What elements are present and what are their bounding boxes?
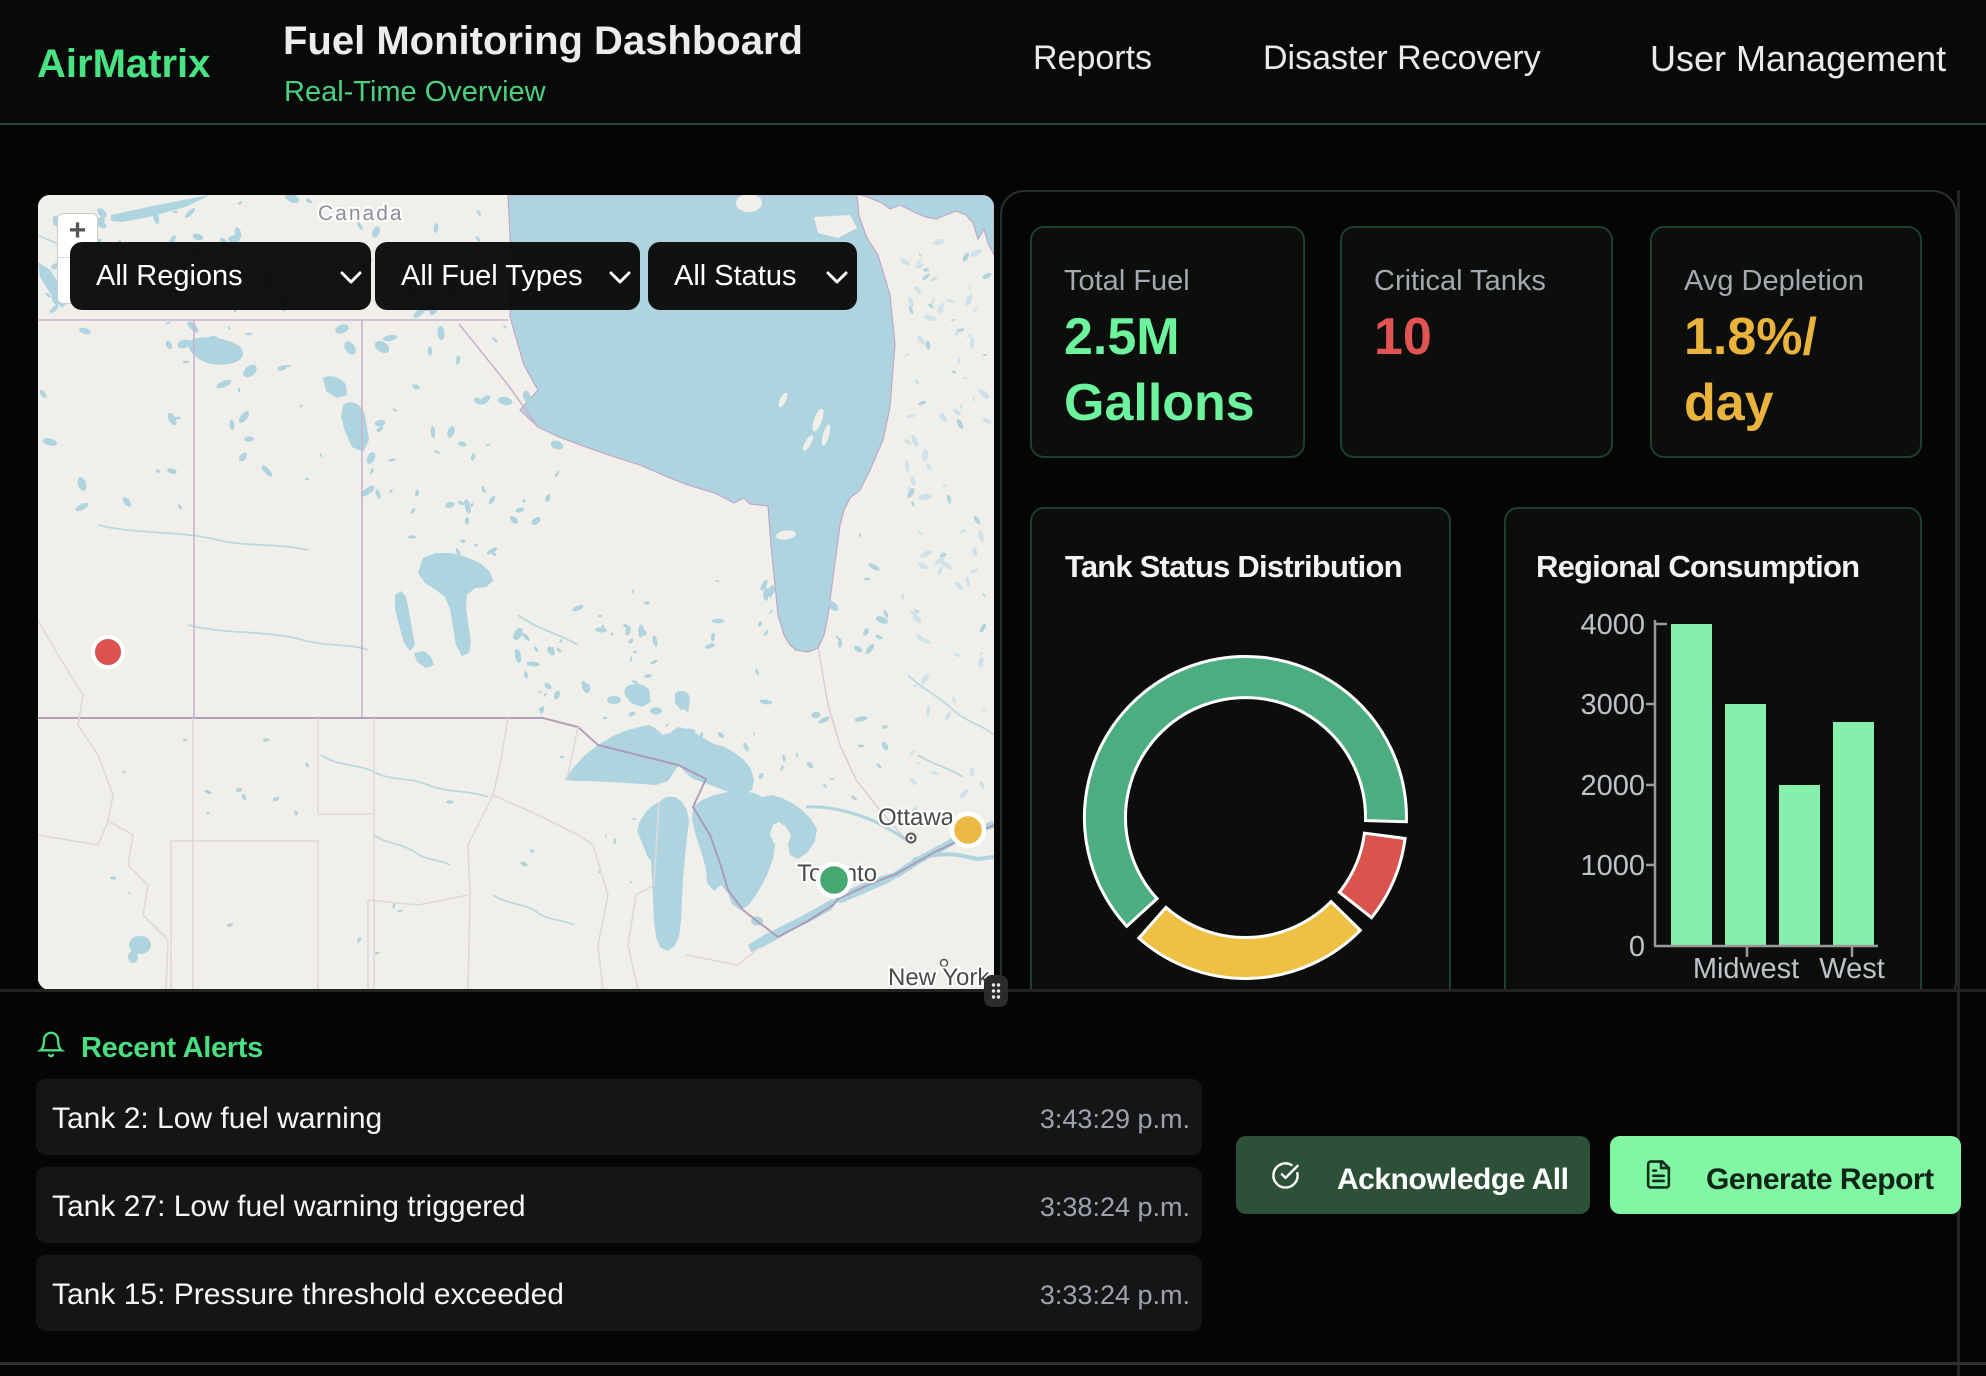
- svg-text:0: 0: [1629, 931, 1645, 963]
- svg-text:New York: New York: [888, 964, 990, 990]
- svg-text:2000: 2000: [1580, 770, 1645, 802]
- svg-text:4000: 4000: [1580, 609, 1645, 641]
- svg-text:3000: 3000: [1580, 689, 1645, 721]
- svg-text:Ottawa: Ottawa: [878, 804, 955, 831]
- svg-text:Canada: Canada: [318, 202, 404, 225]
- svg-text:Midwest: Midwest: [1693, 953, 1799, 985]
- svg-text:1000: 1000: [1580, 850, 1645, 882]
- svg-text:West: West: [1819, 953, 1885, 985]
